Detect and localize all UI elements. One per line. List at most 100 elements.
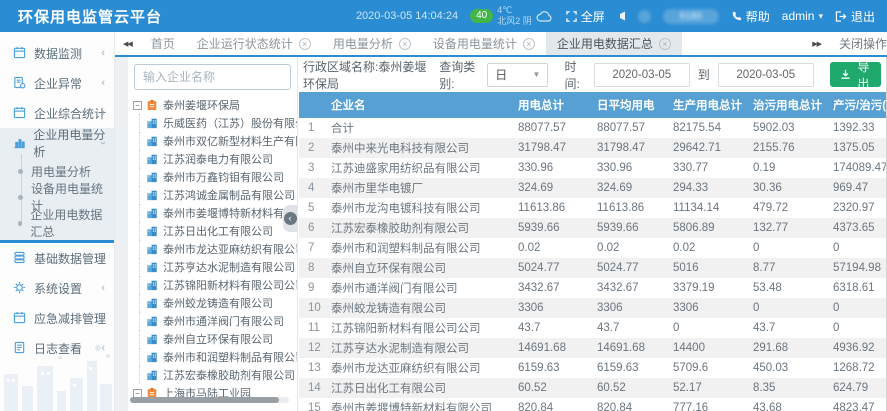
sidebar-item-emergency-reduction[interactable]: 应急减排管理‹ bbox=[0, 303, 114, 333]
table-row[interactable]: 13泰州市龙达亚麻纺织有限公司6159.636159.635709.6450.0… bbox=[299, 358, 886, 378]
tree-node-label: 江苏润泰电力有限公司 bbox=[163, 151, 273, 167]
table-row[interactable]: 9泰州市通洋阀门有限公司3432.673432.673379.1953.4863… bbox=[299, 278, 886, 298]
date-from-input[interactable] bbox=[594, 63, 690, 87]
tree-node[interactable]: 乐威医药（江苏）股份有限公司 bbox=[139, 114, 297, 132]
sidebar-nav: 数据监测‹企业异常‹企业综合统计‹企业用电量分析‹用电量分析设备用电量统计企业用… bbox=[0, 32, 114, 363]
value-cell: 3379.19 bbox=[667, 282, 747, 294]
app-header: 环保用电监管云平台 2020-03-05 14:04:24 40 4℃ 北风2 … bbox=[0, 0, 887, 32]
value-cell: 6159.63 bbox=[591, 362, 667, 374]
table-row[interactable]: 6江苏宏泰橡胶助剂有限公司5939.665939.665806.89132.77… bbox=[299, 218, 886, 238]
gear-icon bbox=[13, 281, 27, 295]
table-row[interactable]: 1合计88077.5788077.5782175.545902.031392.3… bbox=[299, 118, 886, 138]
tab-device-power-stats[interactable]: 设备用电量统计 × bbox=[422, 32, 546, 55]
chevron-left-icon: ‹ bbox=[101, 47, 105, 59]
help-button[interactable]: 帮助 bbox=[731, 8, 770, 25]
tab-power-analysis[interactable]: 用电量分析× bbox=[322, 32, 422, 55]
tab-home[interactable]: 首页 bbox=[140, 32, 186, 55]
table-row[interactable]: 11江苏锦阳新材料有限公司公司43.743.7043.70 bbox=[299, 318, 886, 338]
tab-enterprise-run-status[interactable]: 企业运行状态统计× bbox=[186, 32, 322, 55]
building-icon bbox=[146, 279, 159, 292]
export-button[interactable]: 导出 bbox=[830, 62, 881, 87]
fullscreen-button[interactable]: 全屏 bbox=[566, 8, 605, 25]
value-cell: 330.96 bbox=[512, 162, 591, 174]
value-cell: 324.69 bbox=[591, 182, 667, 194]
collapse-expander-icon[interactable]: − bbox=[133, 101, 142, 110]
building-icon bbox=[146, 153, 159, 166]
query-type-label: 查询类别: bbox=[439, 58, 479, 92]
company-name-cell: 江苏迪盛家用纺织品有限公司 bbox=[325, 160, 512, 176]
tab-close-icon[interactable]: × bbox=[299, 38, 311, 50]
value-cell: 5024.77 bbox=[591, 262, 667, 274]
tree-horizontal-scrollbar[interactable] bbox=[130, 397, 289, 403]
tree-node[interactable]: 江苏鸿诚金属制品有限公司 bbox=[139, 186, 297, 204]
query-type-select[interactable]: 日 ▼ bbox=[487, 63, 548, 87]
tab-enterprise-power-summary[interactable]: 企业用电数据汇总× bbox=[546, 32, 682, 55]
value-cell: 5902.03 bbox=[747, 122, 827, 134]
table-row[interactable]: 15泰州市姜堰博特新材料有限公司820.84820.84777.1643.684… bbox=[299, 398, 886, 411]
aqi-badge: 40 bbox=[470, 9, 493, 23]
value-cell: 31798.47 bbox=[591, 142, 667, 154]
tree-node[interactable]: 江苏宏泰橡胶助剂有限公司 bbox=[139, 366, 297, 384]
table-row[interactable]: 10泰州蛟龙铸造有限公司33063306330600 bbox=[299, 298, 886, 318]
download-icon bbox=[840, 69, 851, 80]
tree-node[interactable]: 泰州市双亿新型材料生产有限公司 bbox=[139, 132, 297, 150]
logout-button[interactable]: 退出 bbox=[835, 8, 875, 25]
scrollbar-thumb[interactable] bbox=[130, 397, 279, 403]
tab-close-icon[interactable]: × bbox=[399, 38, 411, 50]
row-index: 9 bbox=[299, 282, 325, 294]
tree-node[interactable]: 泰州市万鑫钧钼有限公司 bbox=[139, 168, 297, 186]
table-row[interactable]: 2泰州中来光电科技有限公司31798.4731798.4729642.71215… bbox=[299, 138, 886, 158]
column-header: 产污/治污(用 bbox=[827, 97, 886, 113]
header-datetime: 2020-03-05 14:04:24 bbox=[356, 10, 458, 22]
tree-node[interactable]: 江苏日出化工有限公司 bbox=[139, 222, 297, 240]
value-cell: 479.72 bbox=[747, 202, 827, 214]
building-icon bbox=[146, 135, 159, 148]
value-cell: 0 bbox=[827, 242, 886, 254]
tree-node[interactable]: 泰州蛟龙铸造有限公司 bbox=[139, 294, 297, 312]
sidebar-item-enterprise-abnormal[interactable]: 企业异常‹ bbox=[0, 68, 114, 98]
sidebar-item-data-monitor[interactable]: 数据监测‹ bbox=[0, 38, 114, 68]
tab-close-icon[interactable]: × bbox=[659, 38, 671, 50]
tabs-scroll-left-icon[interactable]: ◀◀ bbox=[115, 32, 140, 55]
tree-node[interactable]: 江苏锦阳新材料有限公司公司 bbox=[139, 276, 297, 294]
sidebar-item-log-view[interactable]: 日志查看‹ bbox=[0, 333, 114, 363]
sidebar-item-enterprise-power-analysis[interactable]: 企业用电量分析‹ bbox=[0, 128, 114, 158]
user-menu[interactable]: admin▾ bbox=[782, 9, 823, 23]
tree-root-node[interactable]: −泰州姜堰环保局 bbox=[128, 96, 297, 114]
tree-node[interactable]: 江苏亨达水泥制造有限公司 bbox=[139, 258, 297, 276]
table-row[interactable]: 14江苏日出化工有限公司60.5260.5252.178.35624.79 bbox=[299, 378, 886, 398]
table-row[interactable]: 12江苏亨达水泥制造有限公司14691.6814691.6814400291.6… bbox=[299, 338, 886, 358]
tree-node[interactable]: 泰州市和润塑料制品有限公司 bbox=[139, 348, 297, 366]
table-row[interactable]: 4泰州市里华电镀厂324.69324.69294.3330.36969.47 bbox=[299, 178, 886, 198]
table-row[interactable]: 5泰州市龙沟电镀科技有限公司11613.8611613.8611134.1447… bbox=[299, 198, 886, 218]
tree-collapse-handle[interactable]: ‹ bbox=[283, 205, 297, 232]
company-search-input[interactable] bbox=[134, 64, 291, 90]
sound-icon[interactable] bbox=[617, 11, 626, 21]
tree-node[interactable]: 泰州市通洋阀门有限公司 bbox=[139, 312, 297, 330]
sidebar-item-enterprise-stats[interactable]: 企业综合统计‹ bbox=[0, 98, 114, 128]
table-row[interactable]: 8泰州自立环保有限公司5024.775024.7750168.7757194.9… bbox=[299, 258, 886, 278]
value-cell: 0.02 bbox=[667, 242, 747, 254]
tree-node[interactable]: 泰州市龙达亚麻纺织有限公司 bbox=[139, 240, 297, 258]
row-index: 7 bbox=[299, 242, 325, 254]
tabs-scroll-right-icon[interactable]: ▶▶ bbox=[804, 40, 829, 48]
row-index: 2 bbox=[299, 142, 325, 154]
logout-icon bbox=[835, 11, 847, 22]
tab-label: 设备用电量统计 bbox=[433, 35, 517, 52]
value-cell: 52.17 bbox=[667, 382, 747, 394]
sidebar-subitem-enterprise-power-summary[interactable]: 企业用电数据汇总 bbox=[0, 210, 114, 236]
value-cell: 6318.61 bbox=[827, 282, 886, 294]
tree-node[interactable]: 江苏润泰电力有限公司 bbox=[139, 150, 297, 168]
value-cell: 88077.57 bbox=[512, 122, 591, 134]
sidebar-item-base-data[interactable]: 基础数据管理‹ bbox=[0, 243, 114, 273]
tree-node[interactable]: 泰州市姜堰博特新材料有限公司 bbox=[139, 204, 297, 222]
value-cell: 1268.72 bbox=[827, 362, 886, 374]
table-row[interactable]: 7泰州市和润塑料制品有限公司0.020.020.0200 bbox=[299, 238, 886, 258]
tree-node[interactable]: 泰州自立环保有限公司 bbox=[139, 330, 297, 348]
company-name-cell: 泰州蛟龙铸造有限公司 bbox=[325, 300, 512, 316]
table-row[interactable]: 3江苏迪盛家用纺织品有限公司330.96330.96330.770.191740… bbox=[299, 158, 886, 178]
close-operations-button[interactable]: 关闭操作 bbox=[839, 35, 887, 52]
date-to-input[interactable] bbox=[718, 63, 814, 87]
sidebar-item-system-settings[interactable]: 系统设置‹ bbox=[0, 273, 114, 303]
tab-close-icon[interactable]: × bbox=[523, 38, 535, 50]
